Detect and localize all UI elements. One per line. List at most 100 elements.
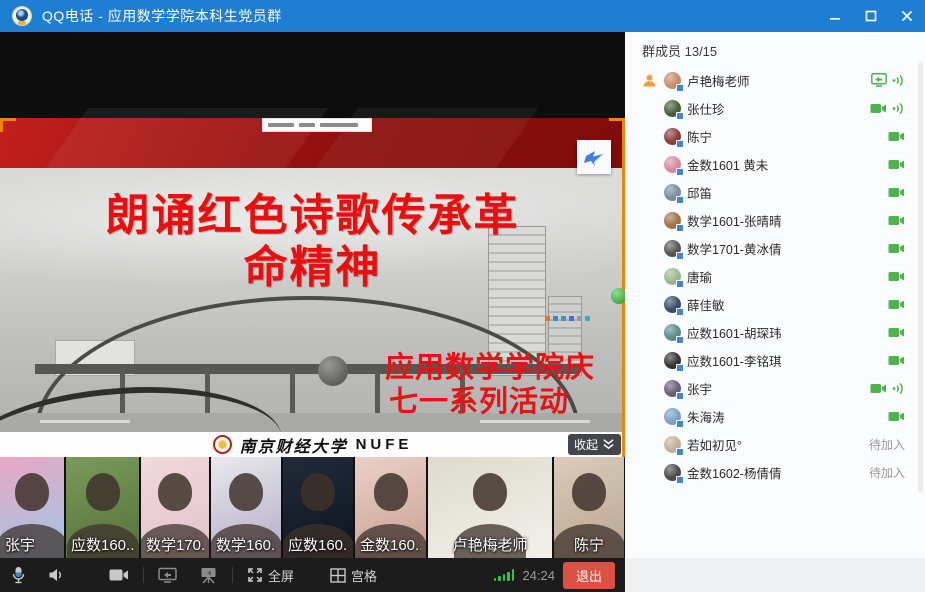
title-bar: QQ电话 - 应用数学学院本科生党员群 — [0, 0, 925, 32]
device-badge-icon — [676, 84, 684, 92]
video-thumbnail[interactable]: 应数160... — [283, 457, 353, 558]
member-avatar — [664, 408, 681, 425]
member-name: 卢艳梅老师 — [687, 71, 750, 90]
grid-layout-button[interactable]: 宫格 — [319, 558, 388, 592]
member-row[interactable]: 数学1701-黄冰倩 — [625, 234, 925, 262]
camera-on-icon — [888, 299, 905, 310]
camera-icon — [109, 568, 129, 582]
slide-mini-banner-icons — [545, 316, 590, 321]
thumbnail-name-label: 金数160... — [360, 534, 421, 555]
member-avatar — [664, 100, 681, 117]
fullscreen-button[interactable]: 全屏 — [236, 558, 305, 592]
member-name: 应数1601-胡琛玮 — [687, 323, 781, 342]
camera-on-icon — [870, 383, 887, 394]
stage-letterbox — [0, 32, 625, 118]
member-row[interactable]: 金数1602-杨倩倩待加入 — [625, 458, 925, 486]
floating-ball-icon[interactable] — [611, 288, 625, 304]
grid-icon — [330, 568, 346, 583]
thumbnail-name-label: 陈宁 — [559, 534, 619, 555]
member-row[interactable]: 张宇 — [625, 374, 925, 402]
presentation-assistant-icon[interactable] — [577, 140, 611, 174]
device-badge-icon — [676, 224, 684, 232]
member-row[interactable]: 金数1601 黄未 — [625, 150, 925, 178]
member-row[interactable]: 唐瑜 — [625, 262, 925, 290]
group-owner-icon — [642, 73, 657, 88]
member-row[interactable]: 张仕珍 — [625, 94, 925, 122]
participant-silhouette — [473, 473, 507, 511]
sidebar-scrollbar[interactable] — [918, 62, 923, 492]
device-badge-icon — [676, 392, 684, 400]
member-status-pending: 待加入 — [869, 464, 905, 481]
member-row[interactable]: 朱海涛 — [625, 402, 925, 430]
slide-red-banner — [0, 118, 625, 168]
share-highlight-corner — [0, 118, 16, 132]
member-row[interactable]: 应数1601-胡琛玮 — [625, 318, 925, 346]
member-row[interactable]: 邱笛 — [625, 178, 925, 206]
thumbnail-name-label: 数学170... — [146, 534, 204, 555]
member-name: 邱笛 — [687, 183, 712, 202]
member-avatar — [664, 240, 681, 257]
participant-silhouette — [229, 473, 263, 511]
video-thumbnail[interactable]: 金数160... — [355, 457, 426, 558]
device-badge-icon — [676, 280, 684, 288]
qq-call-app-icon — [12, 6, 32, 26]
minimize-button[interactable] — [817, 0, 853, 32]
video-thumbnail[interactable]: 应数160... — [66, 457, 139, 558]
member-status-icons — [888, 243, 905, 254]
maximize-button[interactable] — [853, 0, 889, 32]
close-button[interactable] — [889, 0, 925, 32]
university-name-cn: 南京财经大学 — [240, 433, 348, 457]
share-highlight-border — [622, 118, 625, 457]
window-title: QQ电话 - 应用数学学院本科生党员群 — [42, 6, 282, 26]
device-badge-icon — [676, 308, 684, 316]
slide-event-text: 应用数学学院庆 七一系列活动 — [385, 351, 625, 419]
thumbnail-name-label: 应数160... — [288, 534, 348, 555]
video-thumbnail[interactable]: 数学160... — [211, 457, 281, 558]
member-status-icons — [888, 131, 905, 142]
network-signal-icon — [494, 569, 515, 581]
camera-on-icon — [888, 327, 905, 338]
microphone-icon — [11, 566, 26, 584]
participant-silhouette — [374, 473, 408, 511]
device-badge-icon — [676, 196, 684, 204]
exit-call-button[interactable]: 退出 — [563, 562, 615, 589]
camera-on-icon — [888, 187, 905, 198]
whiteboard-button[interactable] — [188, 558, 229, 592]
camera-on-icon — [888, 243, 905, 254]
member-avatar — [664, 184, 681, 201]
microphone-button[interactable] — [0, 558, 37, 592]
video-thumbnail[interactable]: 卢艳梅老师 — [428, 457, 552, 558]
slide-title: 朗诵红色诗歌传承革 命精神 — [0, 190, 625, 294]
member-avatar — [664, 156, 681, 173]
device-badge-icon — [676, 448, 684, 456]
collapse-thumbnails-button[interactable]: 收起 — [568, 434, 621, 455]
speaker-button[interactable] — [37, 558, 76, 592]
device-badge-icon — [676, 140, 684, 148]
member-row[interactable]: 陈宁 — [625, 122, 925, 150]
member-name: 张宇 — [687, 379, 712, 398]
video-thumbnail-strip: 张宇应数160...数学170...数学160...应数160...金数160.… — [0, 457, 625, 558]
member-row[interactable]: 薛佳敏 — [625, 290, 925, 318]
participant-silhouette — [86, 473, 120, 511]
speaker-icon — [48, 567, 65, 583]
member-row[interactable]: 若如初见°待加入 — [625, 430, 925, 458]
member-row[interactable]: 应数1601-李铭琪 — [625, 346, 925, 374]
member-avatar — [664, 212, 681, 229]
video-thumbnail[interactable]: 数学170... — [141, 457, 209, 558]
device-badge-icon — [676, 420, 684, 428]
camera-on-icon — [888, 271, 905, 282]
whiteboard-icon — [199, 567, 218, 584]
video-stage: 朗诵红色诗歌传承革 命精神 应用数学学院庆 七一系列活动 南京财经大学 NUFE — [0, 32, 625, 592]
call-timer: 24:24 — [522, 568, 555, 583]
member-status-pending: 待加入 — [869, 436, 905, 453]
screen-share-icon — [871, 73, 887, 87]
screen-share-button[interactable] — [147, 558, 188, 592]
slide-campus-photo: 朗诵红色诗歌传承革 命精神 应用数学学院庆 七一系列活动 — [0, 168, 625, 432]
video-thumbnail[interactable]: 张宇 — [0, 457, 64, 558]
speaking-indicator-icon — [892, 102, 905, 115]
camera-button[interactable] — [98, 558, 140, 592]
member-list: 卢艳梅老师张仕珍陈宁金数1601 黄未邱笛数学1601-张晴晴数学1701-黄冰… — [625, 66, 925, 486]
member-row[interactable]: 数学1601-张晴晴 — [625, 206, 925, 234]
video-thumbnail[interactable]: 陈宁 — [554, 457, 624, 558]
member-row[interactable]: 卢艳梅老师 — [625, 66, 925, 94]
